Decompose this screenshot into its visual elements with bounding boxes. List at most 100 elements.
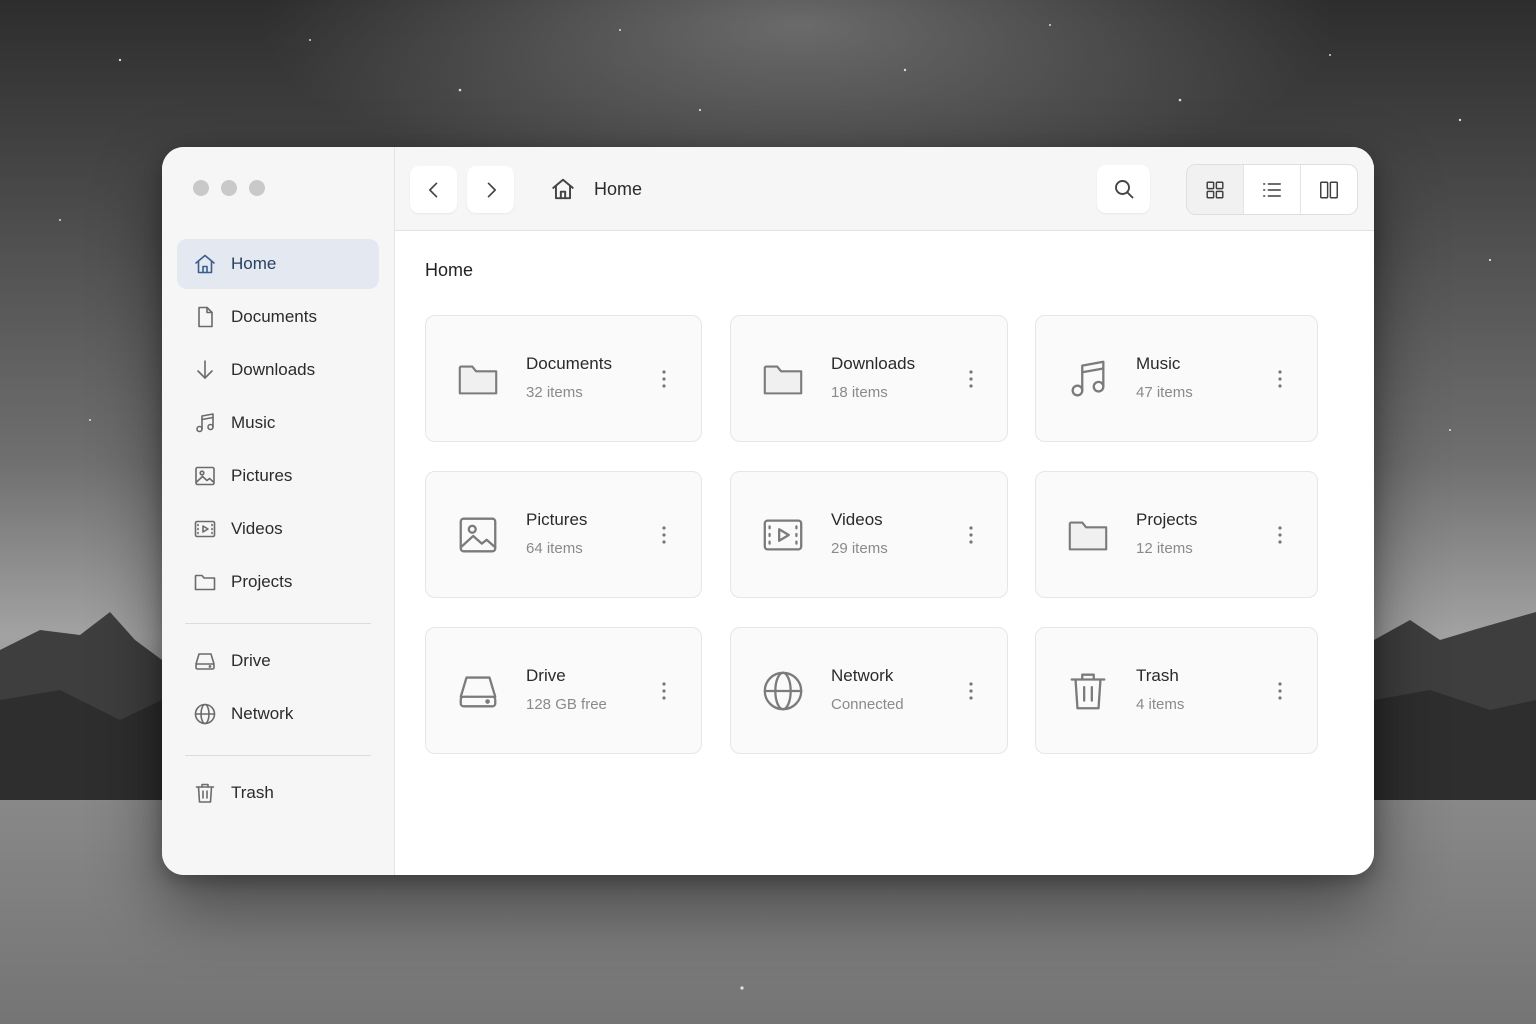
page-title: Home — [425, 260, 474, 280]
sidebar-item-label: Music — [231, 413, 276, 432]
folder-icon — [760, 356, 806, 402]
grid-view-icon — [1204, 179, 1226, 201]
file-manager-window: Home Documents Downloads Music Pictures … — [162, 147, 1374, 875]
chevron-left-icon — [424, 180, 444, 200]
sidebar-item-trash[interactable]: Trash — [177, 768, 379, 818]
card-projects[interactable]: Projects 12 items — [1035, 471, 1318, 598]
maximize-window-button[interactable] — [249, 180, 265, 196]
window-controls — [193, 180, 265, 196]
sidebar-item-label: Trash — [231, 783, 274, 802]
sidebar-item-label: Projects — [231, 572, 293, 591]
more-options-icon[interactable] — [961, 362, 981, 396]
card-downloads[interactable]: Downloads 18 items — [730, 315, 1008, 442]
card-subtitle: Connected — [831, 696, 904, 713]
card-subtitle: 4 items — [1136, 696, 1185, 713]
home-icon[interactable] — [550, 176, 576, 202]
sidebar-item-drive[interactable]: Drive — [177, 636, 379, 686]
more-options-icon[interactable] — [961, 674, 981, 708]
sidebar-item-home[interactable]: Home — [177, 239, 379, 289]
chevron-right-icon — [481, 180, 501, 200]
trash-icon — [193, 781, 217, 805]
sidebar-nav: Home Documents Downloads Music Pictures … — [177, 239, 379, 821]
sidebar-item-documents[interactable]: Documents — [177, 292, 379, 342]
sidebar-divider — [185, 755, 371, 756]
more-options-icon[interactable] — [1270, 518, 1290, 552]
trash-icon — [1065, 668, 1111, 714]
card-subtitle: 128 GB free — [526, 696, 607, 713]
back-button[interactable] — [410, 166, 457, 213]
card-subtitle: 18 items — [831, 384, 888, 401]
music-note-icon — [1065, 356, 1111, 402]
view-mode-switcher — [1186, 164, 1358, 215]
video-icon — [760, 512, 806, 558]
sidebar-item-label: Videos — [231, 519, 283, 538]
sidebar-divider — [185, 623, 371, 624]
sidebar-item-label: Documents — [231, 307, 317, 326]
breadcrumb: Home — [550, 176, 642, 202]
list-view-icon — [1261, 179, 1283, 201]
sidebar-item-label: Home — [231, 254, 277, 273]
card-pictures[interactable]: Pictures 64 items — [425, 471, 702, 598]
card-subtitle: 12 items — [1136, 540, 1193, 557]
more-options-icon[interactable] — [654, 518, 674, 552]
sidebar-item-label: Downloads — [231, 360, 316, 379]
card-name: Network — [831, 666, 894, 685]
card-name: Documents — [526, 354, 612, 373]
breadcrumb-current[interactable]: Home — [594, 179, 642, 200]
sidebar-item-videos[interactable]: Videos — [177, 504, 379, 554]
folder-icon — [1065, 512, 1111, 558]
main-pane: Home Home Documents 32 items Downloads 1… — [395, 147, 1374, 875]
card-network[interactable]: Network Connected — [730, 627, 1008, 754]
globe-icon — [193, 702, 217, 726]
card-name: Pictures — [526, 510, 588, 529]
sidebar-item-music[interactable]: Music — [177, 398, 379, 448]
drive-icon — [193, 649, 217, 673]
toolbar: Home — [395, 147, 1374, 231]
card-name: Drive — [526, 666, 566, 685]
card-videos[interactable]: Videos 29 items — [730, 471, 1008, 598]
document-icon — [193, 305, 217, 329]
more-options-icon[interactable] — [1270, 674, 1290, 708]
image-icon — [455, 512, 501, 558]
card-name: Trash — [1136, 666, 1179, 685]
card-subtitle: 64 items — [526, 540, 583, 557]
columns-view-button[interactable] — [1301, 165, 1357, 214]
card-name: Music — [1136, 354, 1181, 373]
sidebar-item-downloads[interactable]: Downloads — [177, 345, 379, 395]
home-icon — [193, 252, 217, 276]
card-trash[interactable]: Trash 4 items — [1035, 627, 1318, 754]
globe-icon — [760, 668, 806, 714]
sidebar-item-label: Pictures — [231, 466, 293, 485]
download-arrow-icon — [193, 358, 217, 382]
more-options-icon[interactable] — [654, 674, 674, 708]
forward-button[interactable] — [467, 166, 514, 213]
music-note-icon — [193, 411, 217, 435]
columns-view-icon — [1318, 179, 1340, 201]
search-button[interactable] — [1097, 165, 1150, 213]
close-window-button[interactable] — [193, 180, 209, 196]
grid-view-button[interactable] — [1187, 165, 1244, 214]
card-documents[interactable]: Documents 32 items — [425, 315, 702, 442]
card-subtitle: 47 items — [1136, 384, 1193, 401]
card-name: Projects — [1136, 510, 1198, 529]
card-subtitle: 29 items — [831, 540, 888, 557]
folder-icon — [455, 356, 501, 402]
more-options-icon[interactable] — [961, 518, 981, 552]
image-icon — [193, 464, 217, 488]
search-icon — [1112, 177, 1136, 201]
sidebar-item-label: Drive — [231, 651, 271, 670]
card-name: Videos — [831, 510, 883, 529]
sidebar-item-projects[interactable]: Projects — [177, 557, 379, 607]
more-options-icon[interactable] — [1270, 362, 1290, 396]
card-drive[interactable]: Drive 128 GB free — [425, 627, 702, 754]
minimize-window-button[interactable] — [221, 180, 237, 196]
sidebar-item-network[interactable]: Network — [177, 689, 379, 739]
list-view-button[interactable] — [1244, 165, 1301, 214]
card-music[interactable]: Music 47 items — [1035, 315, 1318, 442]
sidebar: Home Documents Downloads Music Pictures … — [162, 147, 395, 875]
drive-icon — [455, 668, 501, 714]
card-subtitle: 32 items — [526, 384, 583, 401]
more-options-icon[interactable] — [654, 362, 674, 396]
sidebar-item-pictures[interactable]: Pictures — [177, 451, 379, 501]
folder-icon — [193, 570, 217, 594]
